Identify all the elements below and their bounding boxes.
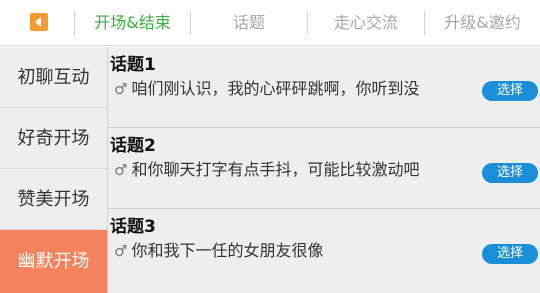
list-item: 话题3 ♂ 你和我下一任的女朋友很像 选择 xyxy=(108,209,540,293)
topic-title: 话题2 xyxy=(110,136,156,156)
tab-opening-ending[interactable]: 开场&结束 xyxy=(75,0,190,46)
topic-title: 话题3 xyxy=(110,217,156,237)
tab-topics[interactable]: 话题 xyxy=(191,0,307,46)
list-item: 话题1 ♂ 咱们刚认识，我的心砰砰跳啊，你听到没 选择 xyxy=(108,47,540,127)
select-button[interactable]: 选择 xyxy=(482,244,538,264)
tab-upgrade-invite[interactable]: 升级&邀约 xyxy=(425,0,540,46)
topic-list: 话题1 ♂ 咱们刚认识，我的心砰砰跳啊，你听到没 选择 话题2 ♂ 和你聊天打字有点… xyxy=(108,47,540,293)
topic-text-row: ♂ 和你聊天打字有点手抖，可能比较激动吧 xyxy=(114,157,474,183)
male-symbol-icon: ♂ xyxy=(114,161,128,179)
select-button[interactable]: 选择 xyxy=(482,163,538,183)
category-sidebar: 初聊互动 好奇开场 赞美开场 幽默开场 xyxy=(0,47,107,293)
sidebar-item-humor-opening[interactable]: 幽默开场 xyxy=(0,230,107,293)
topic-text: 和你聊天打字有点手抖，可能比较激动吧 xyxy=(131,160,420,179)
select-button[interactable]: 选择 xyxy=(482,81,538,101)
male-symbol-icon: ♂ xyxy=(114,80,128,98)
topic-title: 话题1 xyxy=(110,55,156,75)
sidebar-item-first-chat[interactable]: 初聊互动 xyxy=(0,47,107,108)
top-tab-bar: 开场&结束 话题 走心交流 升级&邀约 xyxy=(0,0,540,46)
topic-text: 咱们刚认识，我的心砰砰跳啊，你听到没 xyxy=(131,79,420,98)
male-symbol-icon: ♂ xyxy=(114,242,128,260)
topic-text: 你和我下一任的女朋友很像 xyxy=(131,241,324,260)
sidebar-item-curious-opening[interactable]: 好奇开场 xyxy=(0,108,107,169)
tab-heart-talk[interactable]: 走心交流 xyxy=(308,0,424,46)
sidebar-item-praise-opening[interactable]: 赞美开场 xyxy=(0,169,107,230)
back-arrow-icon[interactable] xyxy=(30,13,48,31)
topic-text-row: ♂ 咱们刚认识，我的心砰砰跳啊，你听到没 xyxy=(114,76,474,102)
list-item: 话题2 ♂ 和你聊天打字有点手抖，可能比较激动吧 选择 xyxy=(108,128,540,208)
topic-text-row: ♂ 你和我下一任的女朋友很像 xyxy=(114,238,474,264)
